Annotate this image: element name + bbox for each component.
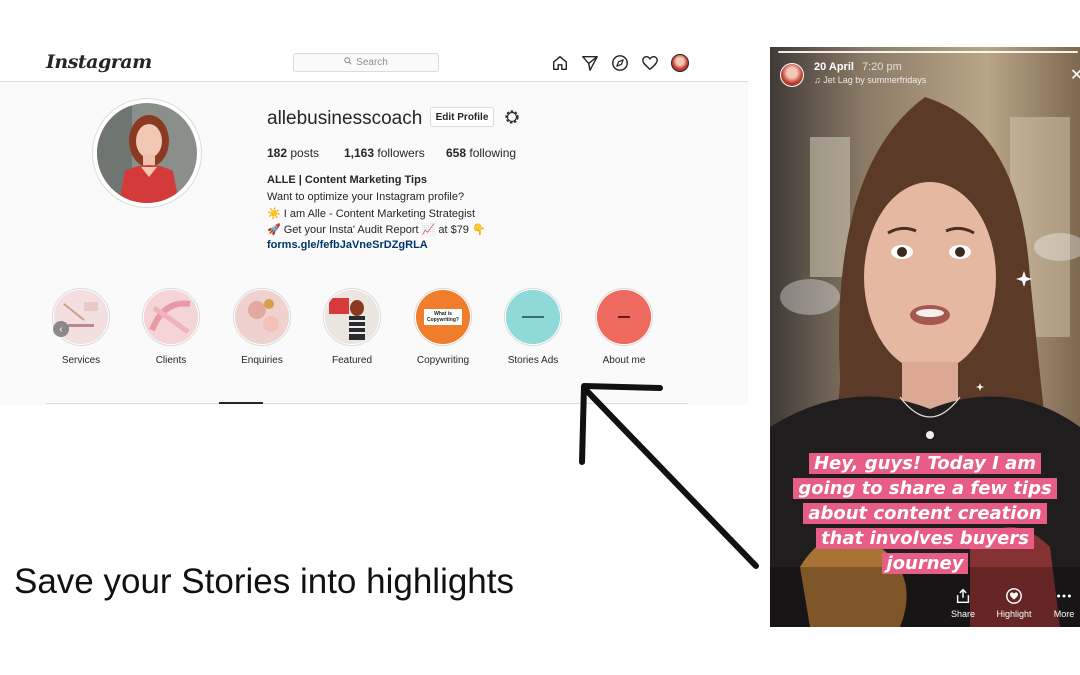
active-tab-indicator[interactable] [219,402,263,404]
story-text: journey [881,553,969,574]
highlight-cover [235,290,289,344]
profile-username: allebusinesscoach [267,108,423,129]
followers-label: followers [377,146,425,160]
story-music-label[interactable]: ♫ Jet Lag by summerfridays [814,75,926,85]
highlight-clients[interactable]: Clients [129,288,213,366]
posts-count: 182 [267,146,288,160]
highlight-label: Stories Ads [507,355,559,366]
highlight-featured[interactable]: Featured [310,288,394,366]
highlight-copywriting[interactable]: What is Copywriting? Copywriting [401,288,485,366]
highlight-cover [597,290,651,344]
profile-avatar[interactable] [97,103,197,203]
highlight-services[interactable]: Services [39,288,123,366]
instagram-profile-panel: Instagram Search allebusinesscoach Edit … [0,45,748,405]
posts-label: posts [290,146,320,160]
highlight-label: Clients [155,355,187,366]
highlight-label: Services [61,355,101,366]
story-progress-bar [778,51,1078,53]
search-icon [344,57,352,68]
story-more-button[interactable]: More [1042,587,1080,619]
story-share-button[interactable]: Share [941,587,985,619]
story-text: that involves buyers [816,528,1034,549]
pointer-arrow-icon [579,383,759,569]
highlight-cover [325,290,379,344]
following-label: following [469,146,517,160]
story-text-line: going to share a few tips [770,477,1080,500]
settings-gear-icon[interactable] [503,108,521,126]
edit-profile-button[interactable]: Edit Profile [430,107,494,127]
story-text-line: journey [770,552,1080,575]
following-stat[interactable]: 658 following [446,146,516,160]
story-text-line: that involves buyers [770,527,1080,550]
highlight-label: Featured [331,355,373,366]
share-label: Share [950,609,976,619]
explore-icon[interactable] [611,54,629,72]
highlight-label: Enquiries [241,355,283,366]
story-text: about content creation [803,503,1047,524]
more-label: More [1053,609,1075,619]
highlight-cover: What is Copywriting? [416,290,470,344]
instagram-story-panel[interactable]: 20 April 7:20 pm ♫ Jet Lag by summerfrid… [770,47,1080,627]
highlights-prev-button[interactable]: ‹ [53,321,69,337]
story-text-line: about content creation [770,502,1080,525]
following-count: 658 [446,146,467,160]
story-avatar[interactable] [780,63,804,87]
highlight-stories-ads[interactable]: Stories Ads [491,288,575,366]
highlight-enquiries[interactable]: Enquiries [220,288,304,366]
more-icon [1057,594,1071,598]
posts-stat: 182 posts [267,146,319,160]
followers-count: 1,163 [344,146,375,160]
bio-link[interactable]: forms.gle/fefbJaVneSrDZgRLA [267,239,428,251]
story-time: 7:20 pm [862,61,902,73]
top-navbar: Instagram Search [0,45,748,82]
highlight-heart-icon [1006,588,1022,604]
bio-line: Want to optimize your Instagram profile? [267,191,465,203]
close-icon[interactable]: ✕ [1070,65,1080,85]
search-input[interactable]: Search [293,53,439,72]
story-date: 20 April [814,61,854,73]
share-icon [956,588,970,604]
heart-icon[interactable] [641,54,659,72]
direct-icon[interactable] [581,54,599,72]
highlight-label: About me [602,355,646,366]
story-text: Hey, guys! Today I am [808,453,1041,474]
followers-stat[interactable]: 1,163 followers [344,146,425,160]
story-text-line: Hey, guys! Today I am [770,452,1080,475]
highlight-about-me[interactable]: About me [582,288,666,366]
highlight-cover-text: What is Copywriting? [424,309,462,325]
highlight-cover [506,290,560,344]
highlight-label: Highlight [996,609,1032,619]
highlight-label: Copywriting [416,355,470,366]
bio-line: 🚀 Get your Insta' Audit Report 📈 at $79 … [267,224,486,236]
profile-avatar-icon[interactable] [671,54,689,72]
bio-name: ALLE | Content Marketing Tips [267,174,427,186]
bio-line: ☀️ I am Alle - Content Marketing Strateg… [267,208,476,220]
slide-caption: Save your Stories into highlights [14,562,514,601]
search-placeholder: Search [356,57,388,68]
story-text: going to share a few tips [793,478,1057,499]
story-highlight-button[interactable]: Highlight [992,587,1036,619]
instagram-logo[interactable]: Instagram [46,51,152,73]
highlight-cover [144,290,198,344]
home-icon[interactable] [551,54,569,72]
